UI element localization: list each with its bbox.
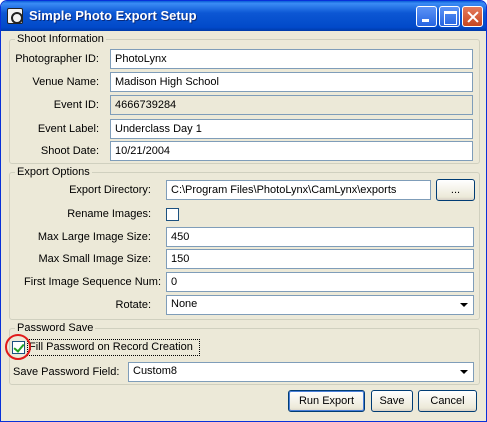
max-large-image-size-field[interactable]	[166, 227, 474, 247]
run-export-button[interactable]: Run Export	[288, 390, 365, 412]
event-label-label: Event Label:	[37, 123, 99, 135]
export-options-legend: Export Options	[17, 166, 90, 178]
close-button[interactable]	[462, 6, 483, 27]
shoot-date-field[interactable]	[110, 141, 473, 161]
title-bar[interactable]: Simple Photo Export Setup	[1, 1, 486, 31]
rotate-label: Rotate:	[115, 299, 151, 311]
max-large-image-size-label: Max Large Image Size:	[37, 231, 151, 243]
minimize-button[interactable]	[416, 6, 437, 27]
fill-password-label[interactable]: Fill Password on Record Creation	[29, 337, 193, 357]
rename-images-checkbox[interactable]	[166, 208, 179, 221]
first-image-sequence-field[interactable]	[166, 272, 474, 292]
export-directory-field[interactable]	[166, 180, 431, 200]
photographer-id-field[interactable]	[110, 49, 473, 69]
annotation-highlight-circle	[5, 334, 31, 360]
save-password-field-label: Save Password Field:	[13, 366, 120, 378]
shoot-information-legend: Shoot Information	[17, 33, 104, 45]
event-id-label: Event ID:	[53, 99, 99, 111]
dialog-window: Simple Photo Export Setup Shoot Informat…	[0, 0, 487, 422]
export-directory-label: Export Directory:	[69, 184, 151, 196]
photographer-id-label: Photographer ID:	[15, 53, 99, 65]
max-small-image-size-field[interactable]	[166, 249, 474, 269]
password-save-legend: Password Save	[17, 322, 94, 334]
save-password-field-select[interactable]: Custom8	[128, 362, 474, 382]
first-image-sequence-label: First Image Sequence Num:	[24, 276, 161, 288]
max-small-image-size-label: Max Small Image Size:	[38, 253, 151, 265]
maximize-button[interactable]	[439, 6, 460, 27]
chevron-down-icon[interactable]	[456, 364, 472, 380]
rotate-select[interactable]: None	[166, 295, 474, 315]
window-title: Simple Photo Export Setup	[29, 8, 197, 23]
venue-name-field[interactable]	[110, 72, 473, 92]
event-label-field[interactable]	[110, 119, 473, 139]
venue-name-label: Venue Name:	[32, 76, 99, 88]
rename-images-label: Rename Images:	[67, 208, 151, 220]
chevron-down-icon[interactable]	[456, 297, 472, 313]
cancel-button[interactable]: Cancel	[418, 390, 477, 412]
save-password-field-value: Custom8	[133, 365, 178, 377]
app-icon	[7, 8, 23, 24]
shoot-date-label: Shoot Date:	[40, 145, 99, 157]
event-id-field[interactable]	[110, 95, 473, 115]
rotate-selected-value: None	[171, 298, 198, 310]
browse-button[interactable]: ...	[436, 179, 475, 201]
save-button[interactable]: Save	[371, 390, 413, 412]
